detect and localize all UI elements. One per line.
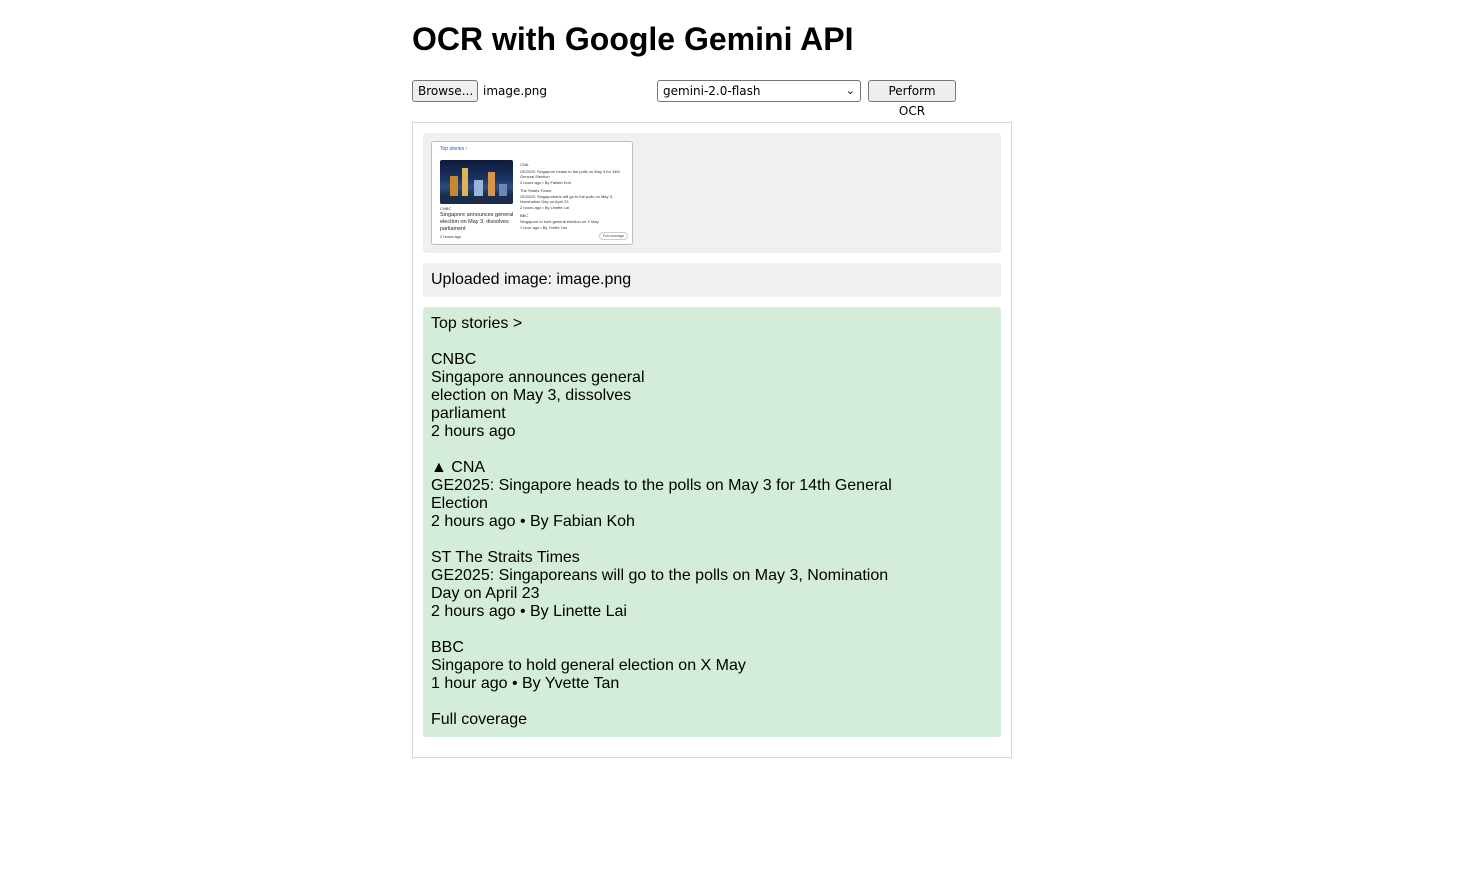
thumb-side-item: The Straits Times (520, 188, 552, 193)
uploaded-image-thumbnail: Top stories › CNBC Singapore announces g… (431, 141, 633, 245)
page-title: OCR with Google Gemini API (412, 21, 854, 57)
ocr-result-line: 1 hour ago • By Yvette Tan (431, 675, 620, 692)
ocr-result-line (431, 531, 993, 549)
ocr-result-line: 2 hours ago • By Linette Lai (431, 603, 627, 620)
browse-button[interactable]: Browse... (412, 80, 478, 102)
ocr-result-line: 2 hours ago • By Fabian Koh (431, 513, 635, 530)
thumb-side-item: 1 hour ago • By Yvette Tan (520, 225, 568, 230)
selected-file-name: image.png (483, 84, 548, 98)
perform-ocr-button[interactable]: Perform OCR (868, 80, 956, 118)
controls-bar: Browse... image.png gemini-2.0-flash ⌄ P… (412, 80, 1012, 118)
thumb-side-item: 2 hours ago • By Linette Lai (520, 205, 569, 210)
ocr-result-line: GE2025: Singaporeans will go to the poll… (431, 567, 889, 584)
ocr-result-line: Singapore to hold general election on X … (431, 657, 746, 674)
ocr-result-panel: Top stories > CNBC Singapore announces gen… (423, 307, 1001, 737)
model-select[interactable]: gemini-2.0-flash ⌄ (657, 80, 861, 102)
ocr-result-line (431, 333, 993, 351)
thumb-side-item: 2 hours ago • By Fabian Koh (520, 180, 571, 185)
ocr-result-line: parliament (431, 405, 506, 422)
ocr-result-line (431, 621, 993, 639)
ocr-result-line: BBC (431, 639, 464, 656)
result-container: Top stories › CNBC Singapore announces g… (412, 122, 1012, 758)
ocr-result-line (431, 441, 993, 459)
ocr-result-line (431, 693, 993, 711)
image-preview-panel: Top stories › CNBC Singapore announces g… (423, 133, 1001, 253)
thumb-side-item: GE2025: Singapore heads to the polls on … (520, 169, 620, 179)
ocr-result-line: ▲ CNA (431, 459, 486, 476)
ocr-result-line: Full coverage (431, 711, 528, 728)
thumb-side-item: BBC (520, 213, 529, 218)
thumb-title: Top stories › (440, 146, 468, 152)
chevron-down-icon: ⌄ (845, 84, 855, 97)
thumb-full-coverage: Full coverage (598, 232, 628, 240)
ocr-result-line: Election (431, 495, 488, 512)
ocr-result-line: election on May 3, dissolves (431, 387, 632, 404)
thumb-time: 2 hours ago (440, 234, 462, 239)
ocr-result-line: Singapore announces general (431, 369, 645, 386)
ocr-result-line: CNBC (431, 351, 477, 368)
ocr-result-line: 2 hours ago (431, 423, 516, 440)
ocr-result-line: Top stories > (431, 315, 523, 332)
thumb-side-item: Singapore to hold general election on X … (520, 219, 599, 224)
model-select-value: gemini-2.0-flash (663, 84, 761, 98)
ocr-result-line: Day on April 23 (431, 585, 540, 602)
ocr-result-line: GE2025: Singapore heads to the polls on … (431, 477, 892, 494)
uploaded-status: Uploaded image: image.png (423, 263, 1001, 297)
ocr-result-line: ST The Straits Times (431, 549, 580, 566)
thumb-headline: Singapore announces general election on … (440, 212, 514, 232)
thumb-side-item: GE2025: Singaporeans will go to the poll… (520, 194, 613, 204)
thumb-source: CNBC (440, 206, 452, 211)
thumb-photo (440, 160, 513, 204)
thumb-side-item: CNA (520, 162, 529, 167)
